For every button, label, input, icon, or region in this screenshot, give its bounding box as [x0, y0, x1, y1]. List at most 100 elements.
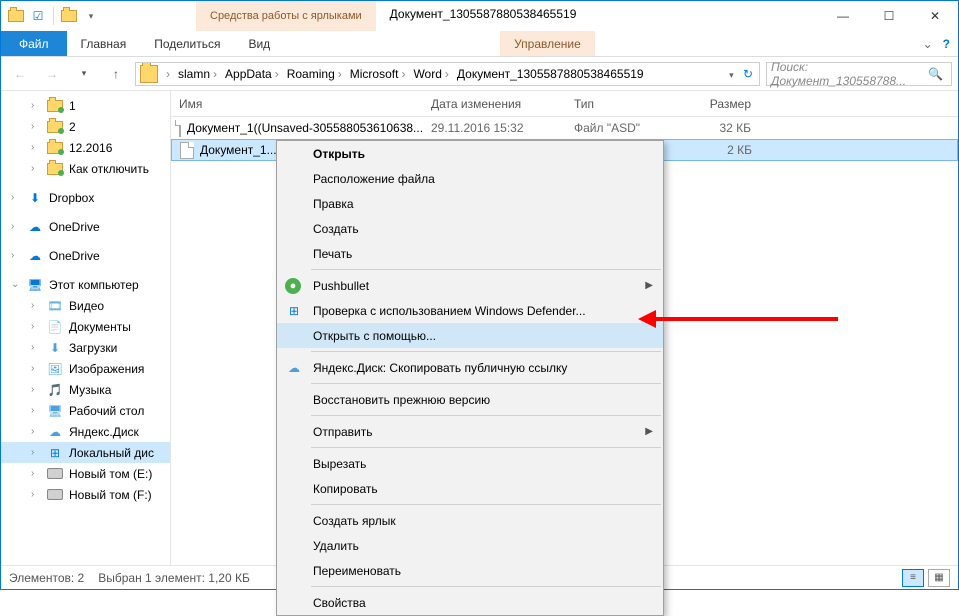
- breadcrumb[interactable]: › slamn› AppData› Roaming› Microsoft› Wo…: [135, 62, 760, 86]
- ribbon-tab-home[interactable]: Главная: [67, 31, 141, 56]
- menu-item[interactable]: Удалить: [277, 533, 663, 558]
- menu-item[interactable]: Восстановить прежнюю версию: [277, 387, 663, 412]
- menu-item[interactable]: Отправить▶: [277, 419, 663, 444]
- status-count: Элементов: 2: [9, 571, 84, 585]
- ribbon-expand-icon[interactable]: ⌄: [923, 37, 933, 51]
- folder-icon: ⬇: [47, 340, 63, 356]
- table-row[interactable]: Документ_1((Unsaved-305588053610638...29…: [171, 117, 958, 139]
- nav-item[interactable]: ›Новый том (E:): [1, 463, 170, 484]
- menu-item[interactable]: ☁Яндекс.Диск: Скопировать публичную ссыл…: [277, 355, 663, 380]
- pc-icon: 🖥: [27, 277, 43, 293]
- yandex-disk-icon: ☁: [285, 359, 303, 377]
- menu-separator: [311, 504, 661, 505]
- pushbullet-icon: ●: [285, 278, 301, 294]
- menu-separator: [311, 447, 661, 448]
- ribbon-tabs: Файл Главная Поделиться Вид Управление ⌄…: [1, 31, 958, 57]
- properties-icon[interactable]: ☑: [29, 7, 47, 25]
- title-bar: ☑ ▾ Средства работы с ярлыками Документ_…: [1, 1, 958, 31]
- crumb-slamn: slamn›: [174, 67, 221, 81]
- maximize-button[interactable]: ☐: [866, 1, 912, 31]
- minimize-button[interactable]: —: [820, 1, 866, 31]
- folder-icon: ⊞: [47, 445, 63, 461]
- file-tab[interactable]: Файл: [1, 31, 67, 56]
- crumb-current: Документ_1305587880538465519: [453, 67, 648, 81]
- onedrive-icon: ☁: [27, 248, 43, 264]
- icons-view-button[interactable]: ▦: [928, 569, 950, 587]
- ribbon-tab-share[interactable]: Поделиться: [140, 31, 234, 56]
- column-headers[interactable]: Имя Дата изменения Тип Размер: [171, 91, 958, 117]
- folder-icon: 📄: [47, 319, 63, 335]
- folder-icon: [7, 7, 25, 25]
- ribbon-tab-manage[interactable]: Управление: [500, 31, 595, 56]
- menu-item[interactable]: Правка: [277, 191, 663, 216]
- context-tab-label: Средства работы с ярлыками: [210, 10, 362, 22]
- crumb-microsoft: Microsoft›: [346, 67, 410, 81]
- ribbon-tab-view[interactable]: Вид: [234, 31, 284, 56]
- folder-icon: [47, 142, 63, 154]
- col-size[interactable]: Размер: [679, 97, 759, 111]
- folder-icon: [47, 163, 63, 175]
- up-button[interactable]: ↑: [103, 61, 129, 87]
- nav-item[interactable]: ⌄🖥Этот компьютер: [1, 274, 170, 295]
- menu-item[interactable]: Создать: [277, 216, 663, 241]
- menu-item[interactable]: Открыть: [277, 141, 663, 166]
- nav-item[interactable]: ›12.2016: [1, 137, 170, 158]
- col-type[interactable]: Тип: [566, 97, 679, 111]
- nav-item[interactable]: ›🎵Музыка: [1, 379, 170, 400]
- close-button[interactable]: ✕: [912, 1, 958, 31]
- dropdown-icon[interactable]: ▾: [729, 70, 734, 80]
- nav-item[interactable]: ›⬇Загрузки: [1, 337, 170, 358]
- nav-item[interactable]: ›📄Документы: [1, 316, 170, 337]
- menu-item[interactable]: ●Pushbullet▶: [277, 273, 663, 298]
- search-input[interactable]: Поиск: Документ_130558788... 🔍: [766, 62, 952, 86]
- menu-item[interactable]: Копировать: [277, 476, 663, 501]
- menu-separator: [311, 586, 661, 587]
- col-name[interactable]: Имя: [171, 97, 423, 111]
- nav-item[interactable]: ›☁OneDrive: [1, 245, 170, 266]
- folder-icon: 🎵: [47, 382, 63, 398]
- folder-icon: [47, 100, 63, 112]
- nav-item[interactable]: ›☁Яндекс.Диск: [1, 421, 170, 442]
- drive-icon: [47, 489, 63, 500]
- menu-item[interactable]: Свойства: [277, 590, 663, 615]
- context-tab-group: Средства работы с ярлыками: [196, 1, 376, 31]
- menu-item[interactable]: Открыть с помощью...: [277, 323, 663, 348]
- nav-item[interactable]: ›☁OneDrive: [1, 216, 170, 237]
- nav-item[interactable]: ›2: [1, 116, 170, 137]
- nav-item[interactable]: ›🎞Видео: [1, 295, 170, 316]
- new-folder-icon[interactable]: [60, 7, 78, 25]
- window-controls: — ☐ ✕: [820, 1, 958, 31]
- menu-item[interactable]: Создать ярлык: [277, 508, 663, 533]
- folder-icon: ☁: [47, 424, 63, 440]
- folder-icon: 🖼: [47, 361, 63, 377]
- crumb-word: Word›: [409, 67, 452, 81]
- forward-button[interactable]: →: [39, 61, 65, 87]
- separator: [53, 7, 54, 25]
- help-icon[interactable]: ?: [943, 37, 950, 51]
- back-button[interactable]: ←: [7, 61, 33, 87]
- navigation-pane[interactable]: ›1›2›12.2016›Как отключить ›⬇Dropbox ›☁One…: [1, 91, 171, 565]
- menu-item[interactable]: Вырезать: [277, 451, 663, 476]
- menu-item[interactable]: Переименовать: [277, 558, 663, 583]
- nav-item[interactable]: ›⊞Локальный дис: [1, 442, 170, 463]
- details-view-button[interactable]: ≡: [902, 569, 924, 587]
- nav-item[interactable]: ›⬇Dropbox: [1, 187, 170, 208]
- recent-locations-button[interactable]: ▾: [71, 61, 97, 87]
- nav-item[interactable]: ›🖼Изображения: [1, 358, 170, 379]
- submenu-arrow-icon: ▶: [645, 280, 653, 291]
- folder-icon: 🎞: [47, 298, 63, 314]
- nav-item[interactable]: ›1: [1, 95, 170, 116]
- nav-item[interactable]: ›Новый том (F:): [1, 484, 170, 505]
- nav-item[interactable]: ›🖥Рабочий стол: [1, 400, 170, 421]
- menu-separator: [311, 383, 661, 384]
- menu-item[interactable]: Расположение файла: [277, 166, 663, 191]
- crumb-appdata: AppData›: [221, 67, 283, 81]
- col-date[interactable]: Дата изменения: [423, 97, 566, 111]
- menu-item[interactable]: ⊞Проверка с использованием Windows Defen…: [277, 298, 663, 323]
- menu-item[interactable]: Печать: [277, 241, 663, 266]
- caret-down-icon[interactable]: ▾: [82, 7, 100, 25]
- nav-item[interactable]: ›Как отключить: [1, 158, 170, 179]
- refresh-icon[interactable]: ↻: [743, 67, 753, 81]
- file-icon: [180, 142, 194, 159]
- dropbox-icon: ⬇: [27, 190, 43, 206]
